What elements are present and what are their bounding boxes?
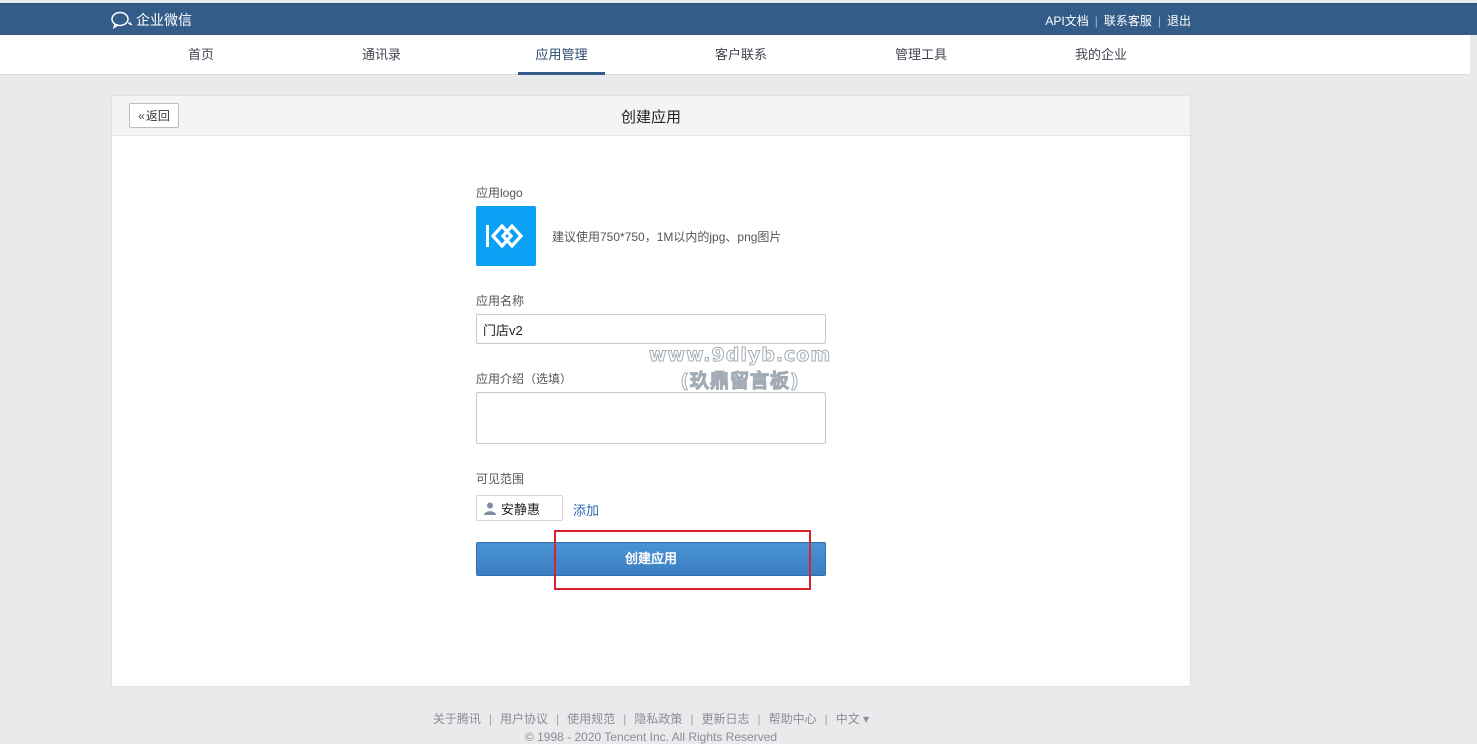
footer-privacy-link[interactable]: 隐私政策 <box>634 712 682 726</box>
logo-label: 应用logo <box>476 186 523 200</box>
separator: | <box>623 712 627 726</box>
app-logo-upload[interactable] <box>476 206 536 266</box>
support-link[interactable]: 联系客服 <box>1104 12 1152 29</box>
highlight-annotation <box>554 530 811 590</box>
nav-home[interactable]: 首页 <box>181 35 221 75</box>
top-links: API文档 | 联系客服 | 退出 <box>1045 12 1191 29</box>
page-title: 创建应用 <box>620 109 681 126</box>
separator: | <box>757 712 761 726</box>
brand-name: 企业微信 <box>136 12 192 28</box>
separator: | <box>1094 13 1098 28</box>
nav-app-management[interactable]: 应用管理 <box>518 35 605 75</box>
app-name-label: 应用名称 <box>476 294 525 308</box>
footer-about-link[interactable]: 关于腾讯 <box>433 712 481 726</box>
api-docs-link[interactable]: API文档 <box>1045 12 1088 29</box>
nav-contacts[interactable]: 通讯录 <box>355 35 408 75</box>
wecom-logo-icon <box>111 11 133 29</box>
nav-customer-contact[interactable]: 客户联系 <box>707 35 775 75</box>
add-member-link[interactable]: 添加 <box>573 500 599 519</box>
nav-management-tools[interactable]: 管理工具 <box>887 35 955 75</box>
panel-header: « 返回 创建应用 <box>112 96 1190 136</box>
visibility-label: 可见范围 <box>476 472 525 486</box>
logo-hint: 建议使用750*750，1M以内的jpg、png图片 <box>552 229 782 244</box>
separator: | <box>556 712 560 726</box>
copyright: © 1998 - 2020 Tencent Inc. All Rights Re… <box>524 730 778 744</box>
footer-links: 关于腾讯 | 用户协议 | 使用规范 | 隐私政策 | 更新日志 | 帮助中心 | 中文 ▾ <box>0 710 1302 727</box>
watermark-url: www.9dlyb.com <box>648 344 832 367</box>
logo-row: 建议使用750*750，1M以内的jpg、png图片 <box>476 206 781 266</box>
watermark-name: (玖鼎留言板) <box>680 370 800 393</box>
app-intro-textarea[interactable] <box>476 392 826 444</box>
separator: | <box>690 712 694 726</box>
watermark: www.9dlyb.com (玖鼎留言板) <box>640 342 840 394</box>
app-intro-label: 应用介绍（选填） <box>476 372 573 386</box>
scrollbar-track[interactable] <box>1470 35 1477 737</box>
separator: | <box>824 712 828 726</box>
main-nav: 首页 通讯录 应用管理 客户联系 管理工具 我的企业 <box>0 35 1470 75</box>
user-icon <box>484 502 496 515</box>
footer-help-link[interactable]: 帮助中心 <box>769 712 817 726</box>
app-name-input[interactable] <box>476 314 826 344</box>
footer-language-select[interactable]: 中文 ▾ <box>836 712 869 726</box>
app-logo-icon <box>486 223 524 249</box>
logout-link[interactable]: 退出 <box>1167 12 1191 29</box>
top-bar: 企业微信 API文档 | 联系客服 | 退出 <box>0 3 1477 35</box>
footer-changelog-link[interactable]: 更新日志 <box>701 712 749 726</box>
nav-my-company[interactable]: 我的企业 <box>1067 35 1135 75</box>
footer-terms-link[interactable]: 用户协议 <box>500 712 548 726</box>
separator: | <box>1157 13 1161 28</box>
footer-usage-link[interactable]: 使用规范 <box>567 712 615 726</box>
member-name: 安静惠 <box>501 501 541 517</box>
brand-logo[interactable]: 企业微信 <box>111 10 192 30</box>
separator: | <box>488 712 493 726</box>
visible-member-chip[interactable]: 安静惠 <box>476 495 563 521</box>
